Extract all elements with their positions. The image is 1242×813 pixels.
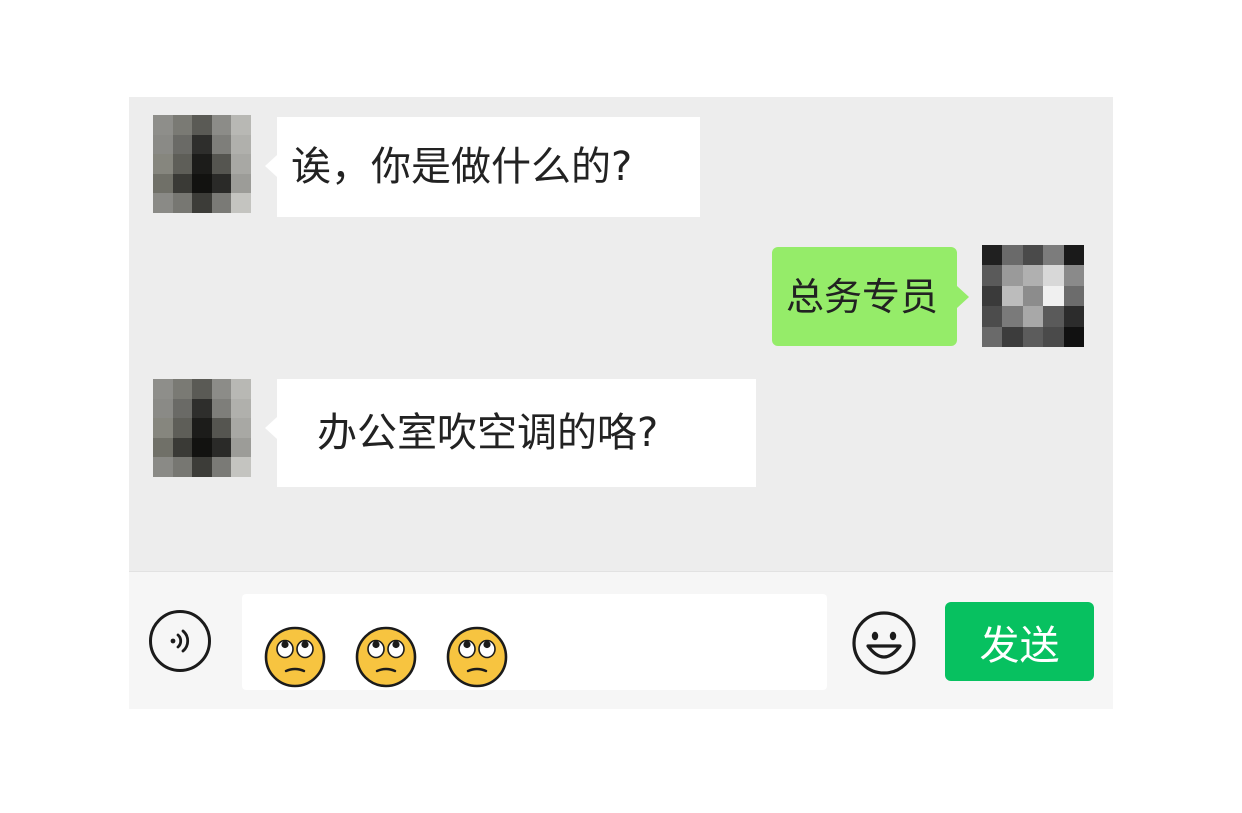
voice-button[interactable]: [149, 610, 211, 672]
message-bubble-outgoing[interactable]: 总务专员: [772, 247, 969, 346]
emoji-button[interactable]: [851, 610, 917, 676]
contact-avatar[interactable]: [153, 115, 251, 213]
message-text: 办公室吹空调的咯?: [317, 410, 659, 456]
message-bubble-incoming[interactable]: 办公室吹空调的咯?: [265, 379, 756, 487]
chat-window: 诶，你是做什么的? 总务专员 办公室吹空调的咯? 发送: [129, 97, 1113, 709]
input-bar: 发送: [129, 571, 1113, 709]
smiley-icon: [852, 611, 916, 675]
voice-icon: [170, 629, 190, 653]
eye-roll-emoji-icon: [355, 626, 417, 688]
message-text: 总务专员: [786, 274, 939, 319]
contact-avatar[interactable]: [153, 379, 251, 477]
message-bubble-incoming[interactable]: 诶，你是做什么的?: [265, 117, 700, 217]
message-text: 诶，你是做什么的?: [291, 144, 633, 190]
message-input[interactable]: [242, 594, 827, 690]
message-list: 诶，你是做什么的? 总务专员 办公室吹空调的咯?: [129, 97, 1113, 571]
eye-roll-emoji-icon: [264, 626, 326, 688]
own-avatar[interactable]: [982, 245, 1084, 347]
eye-roll-emoji-icon: [446, 626, 508, 688]
send-button[interactable]: 发送: [945, 602, 1094, 681]
